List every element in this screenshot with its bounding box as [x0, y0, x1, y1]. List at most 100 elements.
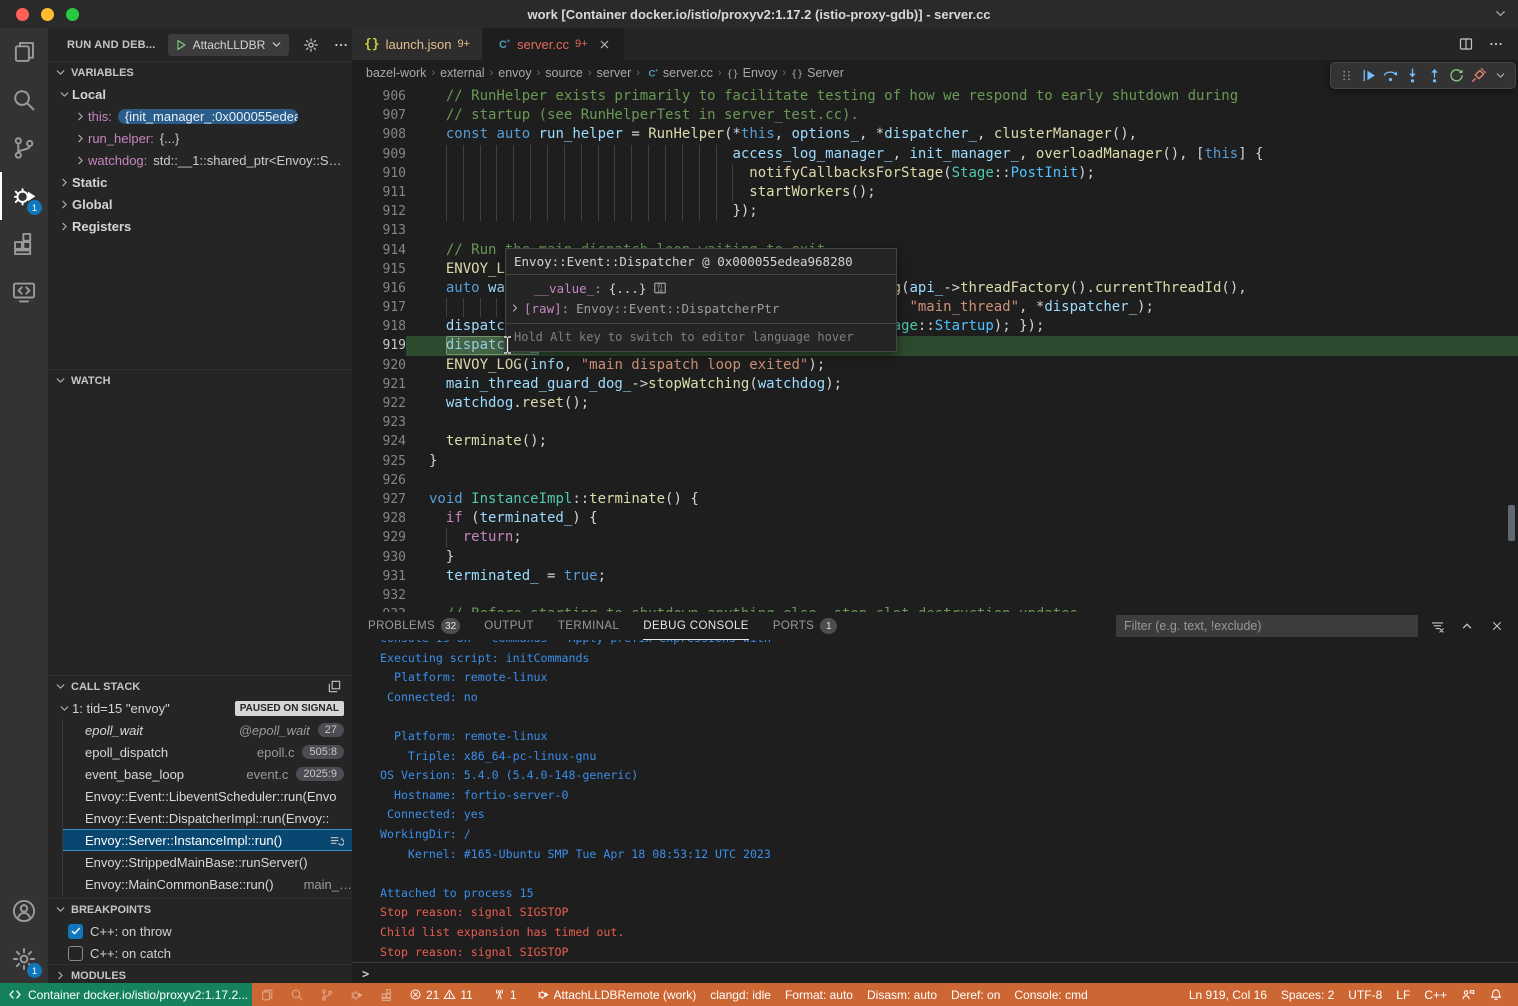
breadcrumb-item[interactable]: external	[440, 66, 484, 80]
line-number[interactable]: 922	[352, 394, 406, 413]
variable-row[interactable]: run_helper:{...}	[48, 127, 352, 149]
stack-frame[interactable]: epoll_dispatchepoll.c505:8	[62, 741, 352, 763]
tab-launch-json[interactable]: {} launch.json 9+	[352, 28, 483, 60]
activity-extensions-icon[interactable]	[0, 220, 48, 268]
feedback-icon[interactable]	[1454, 983, 1482, 1006]
line-number[interactable]: 926	[352, 471, 406, 490]
stack-frame[interactable]: Envoy::Event::DispatcherImpl::run(Envoy:…	[62, 807, 352, 829]
variable-row[interactable]: this:{init_manager_:0x000055edea94ce60…	[48, 105, 352, 127]
console-filter-input[interactable]	[1116, 615, 1418, 637]
breadcrumb-item[interactable]: bazel-work	[366, 66, 426, 80]
line-number[interactable]: 908	[352, 125, 406, 144]
line-number[interactable]: 917	[352, 298, 406, 317]
code-line-909[interactable]: 909 access_log_manager_, init_manager_, …	[352, 145, 1518, 164]
close-panel-icon[interactable]	[1486, 615, 1508, 637]
toolbar-grip[interactable]	[1335, 64, 1357, 88]
breakpoint-row[interactable]: C++: on throw	[48, 920, 352, 942]
line-number[interactable]: 931	[352, 567, 406, 586]
step-over-button[interactable]	[1379, 64, 1401, 88]
section-header-variables[interactable]: VARIABLES	[48, 61, 352, 83]
line-number[interactable]: 912	[352, 202, 406, 221]
ghost-debug-icon[interactable]	[342, 983, 372, 1006]
code-line-910[interactable]: 910 notifyCallbacksForStage(Stage::PostI…	[352, 164, 1518, 183]
scrollbar-thumb[interactable]	[1508, 505, 1515, 541]
encoding-status[interactable]: UTF-8	[1341, 983, 1389, 1006]
panel-tab-debug-console[interactable]: DEBUG CONSOLE	[643, 612, 749, 640]
variable-row[interactable]: Registers	[48, 215, 352, 237]
problems-status[interactable]: 21 11	[402, 983, 480, 1006]
eol-status[interactable]: LF	[1389, 983, 1417, 1006]
breakpoint-row[interactable]: C++: on catch	[48, 942, 352, 964]
section-header-watch[interactable]: WATCH	[48, 369, 352, 391]
code-line-928[interactable]: 928 if (terminated_) {	[352, 509, 1518, 528]
breakpoint-checkbox[interactable]	[68, 924, 83, 939]
disasm-status[interactable]: Disasm: auto	[860, 983, 944, 1006]
line-number[interactable]: 928	[352, 509, 406, 528]
breadcrumb-item[interactable]: source	[545, 66, 583, 80]
section-header-modules[interactable]: MODULES	[48, 964, 352, 983]
line-number[interactable]: 925	[352, 452, 406, 471]
code-line-925[interactable]: 925 }	[352, 452, 1518, 471]
line-number[interactable]: 920	[352, 356, 406, 375]
debug-configuration-select[interactable]: AttachLLDBR	[168, 34, 290, 56]
code-line-924[interactable]: 924 terminate();	[352, 432, 1518, 451]
line-number[interactable]: 923	[352, 413, 406, 432]
window-copy-icon[interactable]	[327, 679, 342, 694]
activity-source-control-icon[interactable]	[0, 124, 48, 172]
line-number[interactable]: 930	[352, 548, 406, 567]
code-line-920[interactable]: 920 ENVOY_LOG(info, "main dispatch loop …	[352, 356, 1518, 375]
line-number[interactable]: 907	[352, 106, 406, 125]
line-number[interactable]: 918	[352, 317, 406, 336]
bell-icon[interactable]	[1482, 983, 1510, 1006]
close-icon[interactable]	[598, 38, 611, 51]
disconnect-button[interactable]	[1467, 64, 1489, 88]
remote-indicator[interactable]: Container docker.io/istio/proxyv2:1.17.2…	[0, 983, 252, 1006]
code-line-932[interactable]: 932	[352, 586, 1518, 605]
variable-row[interactable]: Global	[48, 193, 352, 215]
stack-frame[interactable]: Envoy::MainCommonBase::run()main_…	[62, 873, 352, 895]
split-editor-icon[interactable]	[1458, 36, 1474, 52]
deref-status[interactable]: Deref: on	[944, 983, 1007, 1006]
ghost-source-control-icon[interactable]	[312, 983, 342, 1006]
stack-frame[interactable]: Envoy::Server::InstanceImpl::run()	[62, 829, 352, 851]
binary-icon[interactable]: 0110	[653, 281, 667, 295]
code-line-911[interactable]: 911 startWorkers();	[352, 183, 1518, 202]
code-line-926[interactable]: 926	[352, 471, 1518, 490]
panel-tab-ports[interactable]: PORTS 1	[773, 612, 837, 640]
stack-frame[interactable]: epoll_wait@epoll_wait27	[62, 719, 352, 741]
line-number[interactable]: 924	[352, 432, 406, 451]
ports-status[interactable]: 1	[486, 983, 524, 1006]
line-number[interactable]: 933	[352, 605, 406, 612]
code-line-921[interactable]: 921 main_thread_guard_dog_->stopWatching…	[352, 375, 1518, 394]
breadcrumb-item[interactable]: server	[597, 66, 632, 80]
line-number[interactable]: 906	[352, 87, 406, 106]
code-line-930[interactable]: 930 }	[352, 548, 1518, 567]
cursor-position-status[interactable]: Ln 919, Col 16	[1182, 983, 1274, 1006]
code-line-929[interactable]: 929 return;	[352, 528, 1518, 547]
clangd-status[interactable]: clangd: idle	[703, 983, 778, 1006]
variable-row[interactable]: Static	[48, 171, 352, 193]
stack-frame[interactable]: Envoy::Event::LibeventScheduler::run(Env…	[62, 785, 352, 807]
panel-tab-output[interactable]: OUTPUT	[484, 612, 534, 640]
maximize-panel-icon[interactable]	[1456, 615, 1478, 637]
language-status[interactable]: C++	[1417, 983, 1454, 1006]
code-editor[interactable]: 906 // RunHelper exists primarily to fac…	[352, 85, 1518, 612]
activity-files-icon[interactable]	[0, 28, 48, 76]
breadcrumb-item[interactable]: envoy	[498, 66, 531, 80]
stack-frame[interactable]: Envoy::StrippedMainBase::runServer()	[62, 851, 352, 873]
indentation-status[interactable]: Spaces: 2	[1274, 983, 1341, 1006]
code-line-906[interactable]: 906 // RunHelper exists primarily to fac…	[352, 87, 1518, 106]
variable-row[interactable]: Local	[48, 83, 352, 105]
line-number[interactable]: 909	[352, 145, 406, 164]
code-line-912[interactable]: 912 });	[352, 202, 1518, 221]
code-line-922[interactable]: 922 watchdog.reset();	[352, 394, 1518, 413]
stack-frame[interactable]: event_base_loopevent.c2025:9	[62, 763, 352, 785]
line-number[interactable]: 913	[352, 221, 406, 240]
step-into-button[interactable]	[1401, 64, 1423, 88]
ghost-files-icon[interactable]	[252, 983, 282, 1006]
hover-raw-row[interactable]: [raw]: Envoy::Event::DispatcherPtr	[506, 298, 896, 318]
activity-gear-icon[interactable]: 1	[0, 935, 48, 983]
line-number[interactable]: 929	[352, 528, 406, 547]
thread-row[interactable]: 1: tid=15 "envoy" PAUSED ON SIGNAL	[48, 697, 352, 719]
ghost-search-icon[interactable]	[282, 983, 312, 1006]
